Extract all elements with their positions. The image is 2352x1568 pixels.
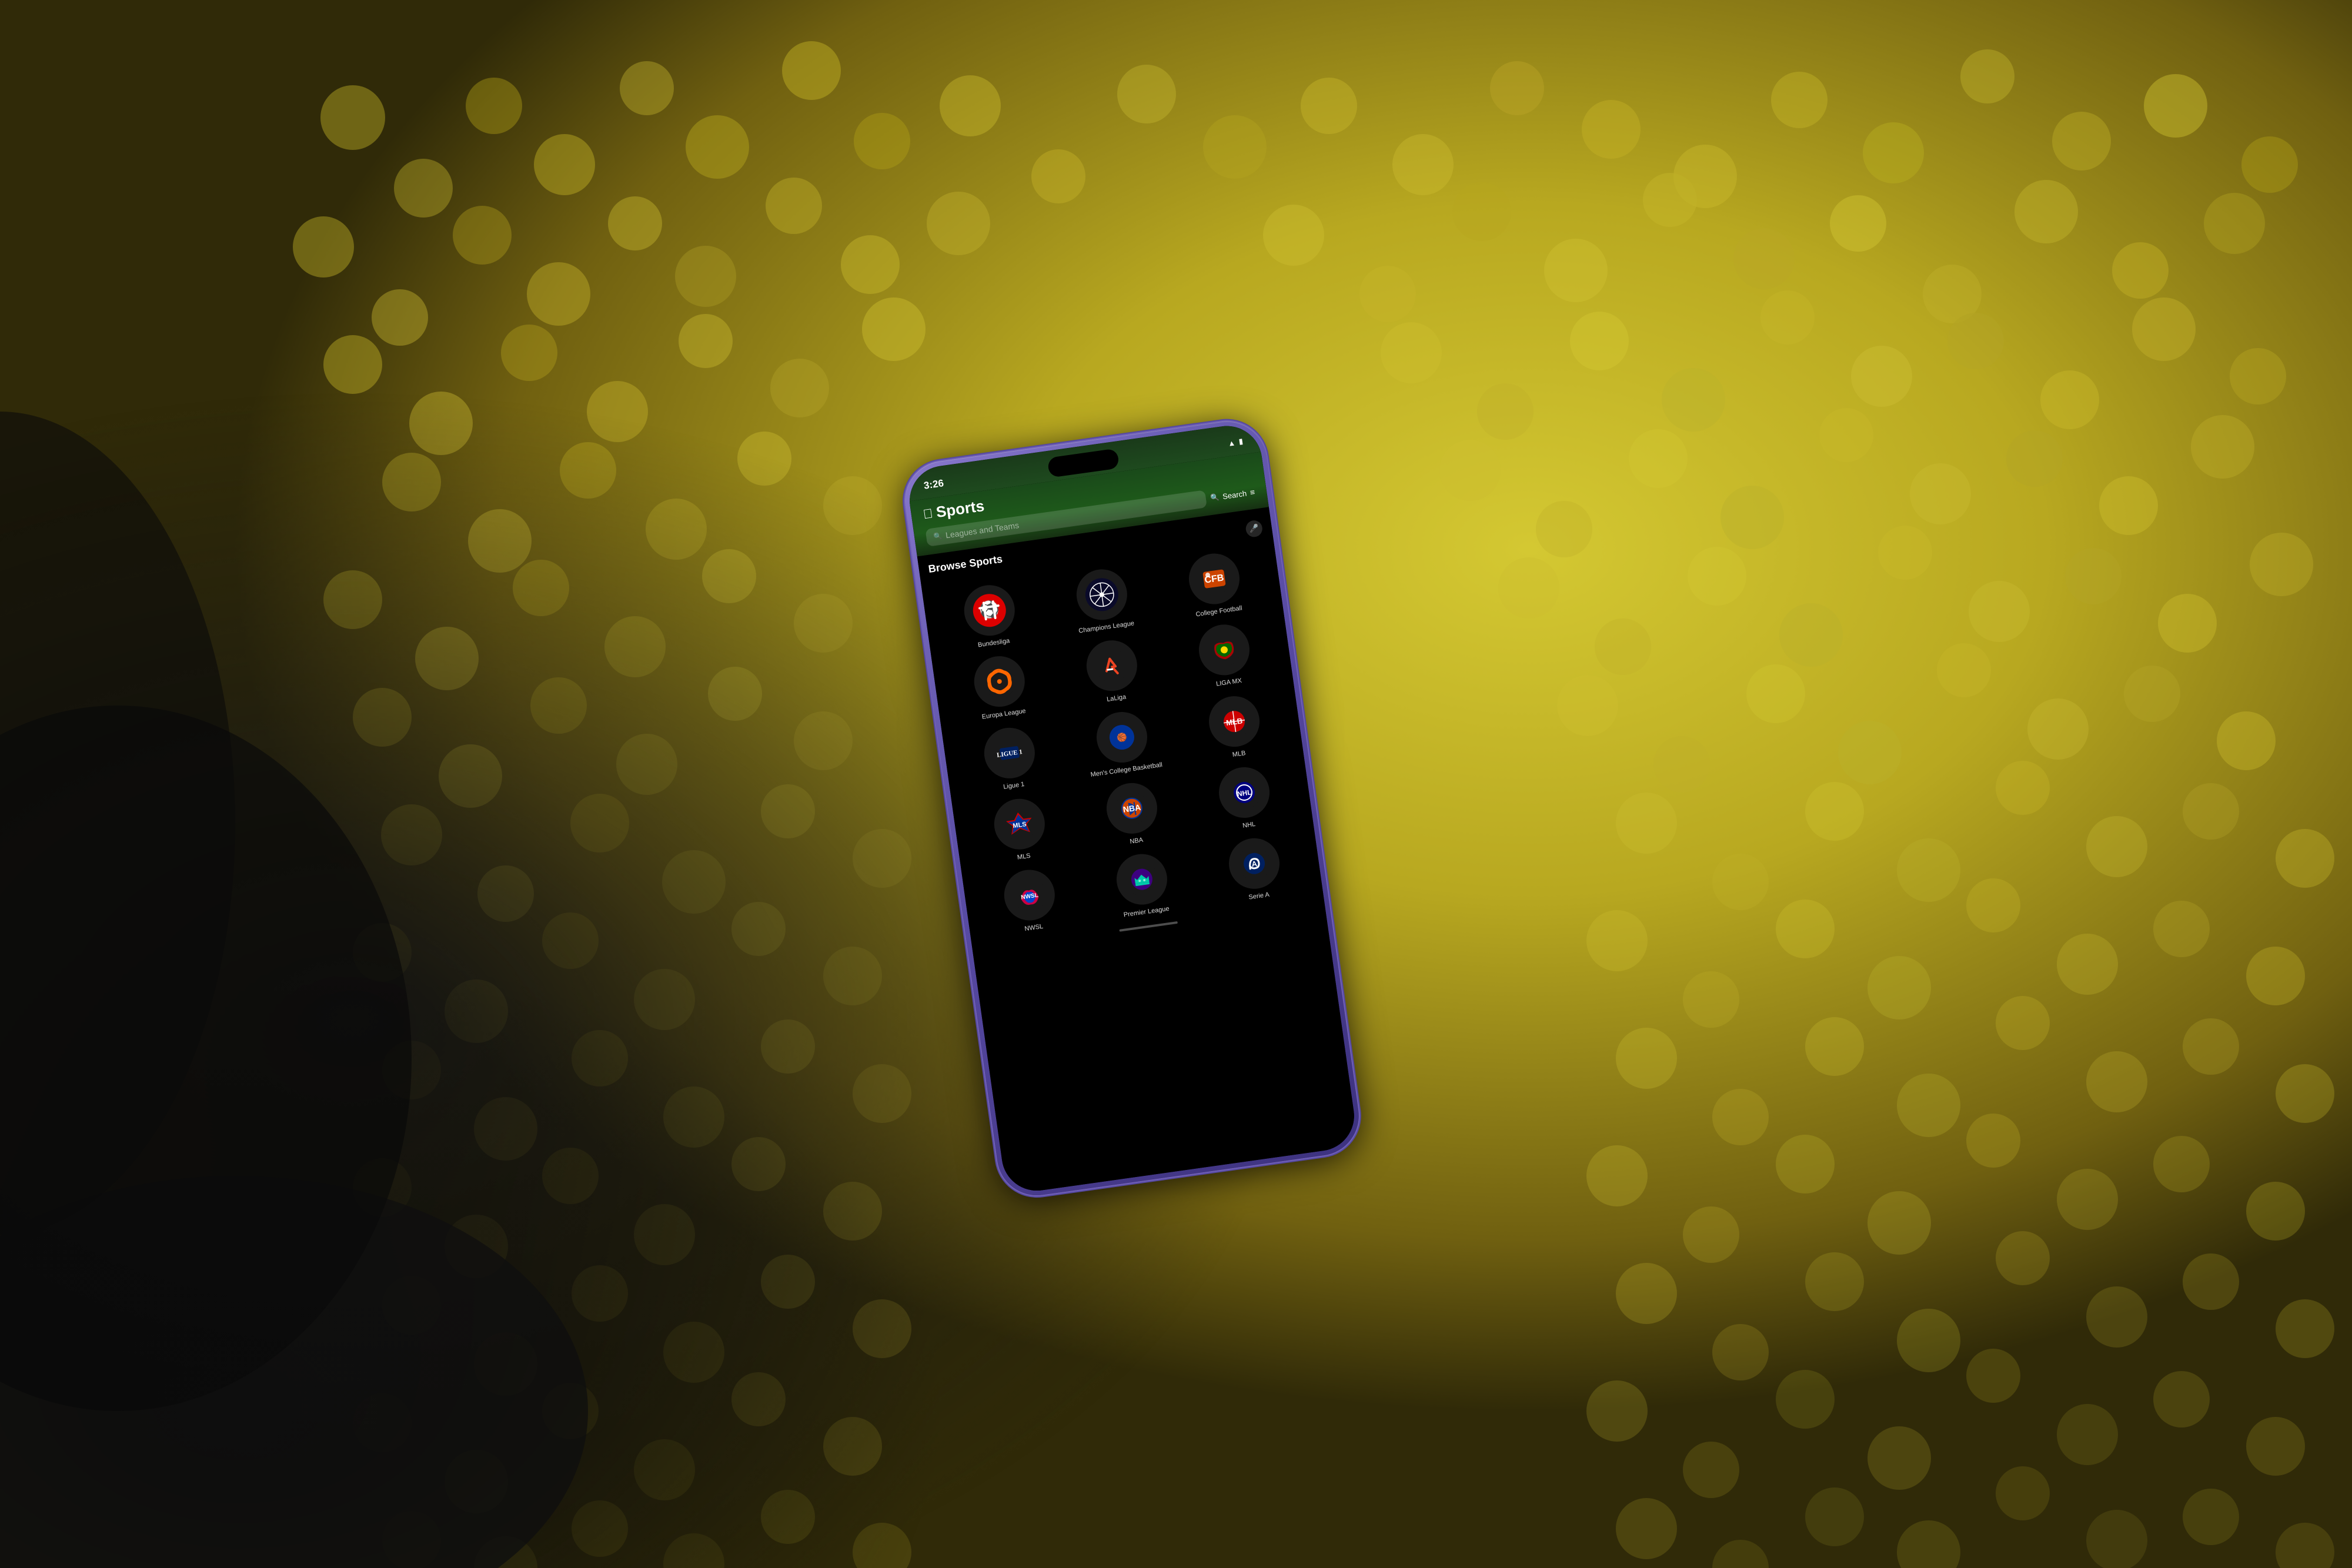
premier-league-icon bbox=[1113, 851, 1170, 908]
home-indicator-bar bbox=[1119, 921, 1178, 932]
europa-label: Europa League bbox=[981, 707, 1026, 721]
sport-item-mcb[interactable]: 🏀 Men's College Basketball bbox=[1064, 704, 1181, 781]
ligue1-icon: LIGUE 1 bbox=[981, 724, 1038, 781]
mlb-label: MLB bbox=[1232, 748, 1246, 758]
ligue1-label: Ligue 1 bbox=[1003, 780, 1025, 791]
champions-icon bbox=[1073, 566, 1130, 623]
laliga-label: LaLiga bbox=[1106, 693, 1127, 704]
bundesliga-icon: ⚽ bbox=[961, 581, 1018, 638]
bundesliga-label: Bundesliga bbox=[977, 637, 1010, 650]
list-icon[interactable]: ≡ bbox=[1250, 487, 1255, 497]
sport-item-bundesliga[interactable]: ⚽ Bundesliga bbox=[932, 577, 1048, 654]
sport-item-mlb[interactable]: MLB MLB bbox=[1177, 688, 1294, 765]
liga-mx-icon bbox=[1196, 621, 1253, 678]
champions-label: Champions League bbox=[1078, 619, 1134, 635]
nba-icon: NBA bbox=[1103, 780, 1160, 837]
sport-item-nba[interactable]: NBA NBA bbox=[1074, 775, 1191, 852]
search-icon-alt: 🔍 bbox=[1210, 493, 1220, 502]
mls-label: MLS bbox=[1017, 851, 1031, 861]
browse-title: Browse Sports bbox=[928, 553, 1004, 575]
sport-item-ligue1[interactable]: LIGUE 1 Ligue 1 bbox=[952, 720, 1068, 797]
nwsl-icon: NWSL bbox=[1001, 867, 1058, 924]
search-icon: 🔍 bbox=[933, 531, 943, 541]
mlb-icon: MLB bbox=[1206, 693, 1263, 750]
serie-a-icon: A bbox=[1226, 835, 1283, 892]
sport-item-mls[interactable]: MLS MLS bbox=[962, 791, 1078, 868]
mcb-label: Men's College Basketball bbox=[1090, 760, 1163, 778]
sports-grid: ⚽ Bundesliga bbox=[932, 546, 1314, 940]
nhl-label: NHL bbox=[1242, 820, 1256, 830]
laliga-icon bbox=[1083, 637, 1140, 694]
svg-text:🏀: 🏀 bbox=[1116, 731, 1128, 743]
nhl-icon: NHL bbox=[1216, 764, 1273, 821]
status-icons: ▲ ▮ bbox=[1227, 436, 1244, 447]
search-button[interactable]: Search bbox=[1222, 489, 1247, 501]
sport-item-liga-mx[interactable]: LIGA MX bbox=[1167, 617, 1284, 694]
svg-text:⚽: ⚽ bbox=[977, 599, 1001, 621]
sport-item-college-football[interactable]: CFB College Football bbox=[1157, 546, 1274, 623]
sport-item-nhl[interactable]: NHL NHL bbox=[1187, 760, 1304, 837]
svg-text:MLS: MLS bbox=[1012, 821, 1027, 830]
college-football-icon: CFB bbox=[1186, 550, 1243, 607]
mcb-icon: 🏀 bbox=[1093, 708, 1150, 765]
apple-logo:  bbox=[922, 505, 934, 521]
sport-item-champions-league[interactable]: Champions League bbox=[1044, 561, 1161, 638]
status-time: 3:26 bbox=[923, 477, 944, 492]
mic-icon[interactable]: 🎤 bbox=[1245, 519, 1264, 537]
app-title: Sports bbox=[935, 496, 985, 521]
nba-label: NBA bbox=[1130, 835, 1144, 845]
college-football-label: College Football bbox=[1195, 604, 1243, 618]
wifi-icon: ▲ bbox=[1227, 437, 1236, 447]
sport-item-laliga[interactable]: LaLiga bbox=[1054, 633, 1171, 710]
svg-text:NHL: NHL bbox=[1237, 788, 1252, 798]
mls-icon: MLS bbox=[991, 795, 1048, 852]
svg-text:MLB: MLB bbox=[1225, 716, 1243, 727]
liga-mx-label: LIGA MX bbox=[1215, 677, 1242, 688]
sport-item-europa-league[interactable]: Europa League bbox=[942, 648, 1058, 726]
battery-icon: ▮ bbox=[1238, 436, 1244, 446]
europa-icon bbox=[971, 653, 1028, 710]
